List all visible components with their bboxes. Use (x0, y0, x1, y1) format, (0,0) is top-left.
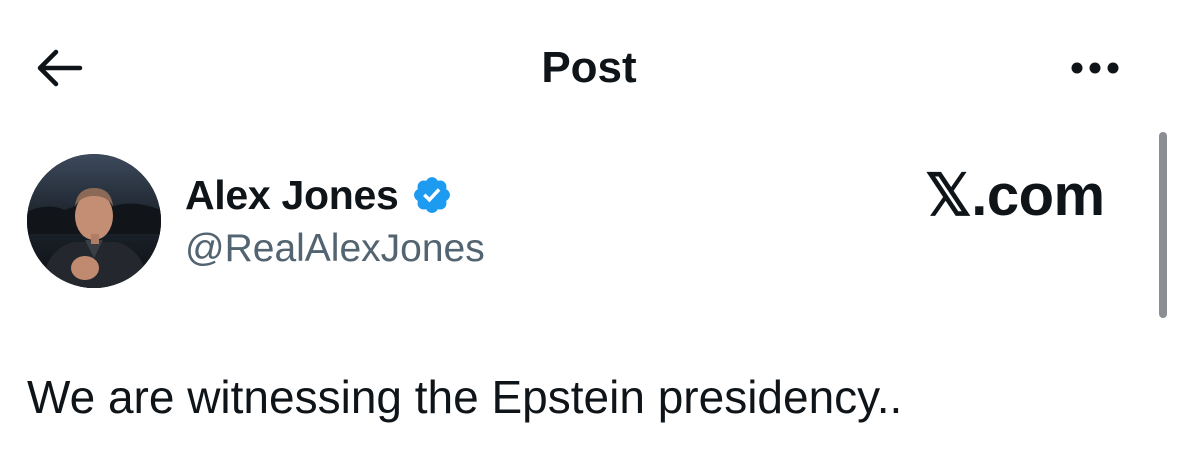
author-handle[interactable]: @RealAlexJones (185, 224, 485, 274)
page-title: Post (541, 43, 637, 92)
scrollbar[interactable] (1159, 132, 1167, 318)
tweet-text: We are witnessing the Epstein presidency… (27, 371, 903, 423)
avatar[interactable] (27, 154, 161, 288)
author-name-row[interactable]: Alex Jones (185, 168, 453, 222)
x-com-watermark: 𝕏.com (925, 163, 1105, 228)
more-options-button[interactable] (1060, 50, 1130, 86)
ellipsis-horizontal-icon (1071, 62, 1119, 74)
author-display-name[interactable]: Alex Jones (185, 168, 399, 222)
verified-badge-icon (413, 177, 450, 213)
avatar-photo (27, 154, 161, 288)
